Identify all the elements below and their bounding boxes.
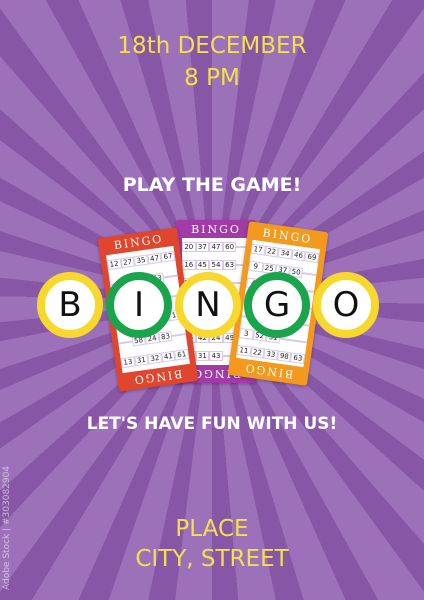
card-number	[172, 333, 186, 338]
headline: PLAY THE GAME!	[122, 174, 302, 196]
card-number: 31	[195, 350, 210, 361]
card-number: 83	[158, 331, 174, 343]
card-number	[163, 274, 178, 279]
card-number: 16	[182, 260, 196, 271]
bingo-ball-i: I	[106, 272, 172, 338]
place: PLACE	[175, 516, 249, 542]
card-number	[279, 337, 294, 341]
card-title: BINGO	[191, 223, 241, 236]
bingo-ball-n: N	[175, 272, 241, 338]
tagline: LET'S HAVE FUN WITH US!	[86, 414, 338, 434]
address: CITY, STREET	[135, 546, 289, 572]
card-number: 37	[195, 242, 210, 253]
card-number: 12	[106, 258, 122, 271]
card-number: 32	[147, 352, 163, 365]
watermark: Adobe Stock | #303082904	[2, 465, 12, 590]
card-number: 67	[160, 250, 176, 263]
card-number: 45	[195, 260, 210, 271]
card-number: 41	[160, 350, 176, 363]
event-time: 8 PM	[184, 65, 240, 91]
card-number: 69	[304, 250, 320, 263]
card-number: 35	[133, 254, 149, 267]
bingo-poster: 18th DECEMBER 8 PM PLAY THE GAME! BINGO 1…	[0, 0, 424, 600]
card-number: 63	[290, 351, 306, 364]
card-number	[293, 339, 308, 343]
card-number: 54	[209, 260, 223, 271]
card-number: 60	[222, 242, 237, 253]
card-number: 27	[120, 256, 136, 269]
bingo-ball-o: O	[313, 272, 379, 338]
card-number: 43	[209, 350, 223, 361]
card-number: 47	[209, 242, 223, 253]
card-number	[118, 340, 133, 345]
card-number: 63	[222, 260, 237, 271]
bingo-ball-b: B	[37, 272, 103, 338]
card-number: 47	[147, 252, 162, 265]
card-number: 61	[174, 348, 190, 361]
card-number: 13	[120, 356, 136, 369]
card-number: 20	[182, 242, 196, 253]
card-number	[302, 271, 317, 276]
event-date: 18th DECEMBER	[117, 33, 307, 59]
card-number: 31	[133, 354, 149, 367]
bingo-ball-g: G	[244, 272, 310, 338]
